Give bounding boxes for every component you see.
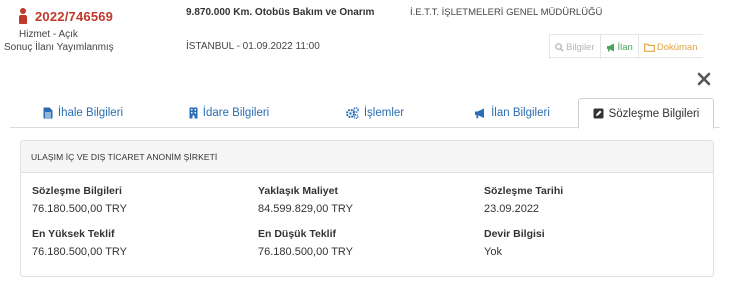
- tender-authority: İ.E.T.T. İŞLETMELERİ GENEL MÜDÜRLÜĞÜ: [410, 7, 603, 18]
- tender-id[interactable]: 2022/746569: [35, 9, 113, 24]
- tab-contract-info-label: Sözleşme Bilgileri: [608, 107, 700, 120]
- field-label: Devir Bilgisi: [484, 228, 545, 240]
- field-value: 23.09.2022: [484, 203, 540, 215]
- tab-bar: İhale Bilgileri İdare Bilgileri İşlemler…: [10, 98, 720, 129]
- close-icon[interactable]: [697, 72, 711, 86]
- tender-title: 9.870.000 Km. Otobüs Bakım ve Onarım: [186, 7, 375, 18]
- field-contract-amount: Sözleşme Bilgileri 76.180.500,00 TRY: [32, 185, 127, 215]
- field-transfer-info: Devir Bilgisi Yok: [484, 228, 545, 258]
- tab-notice-info-label: İlan Bilgileri: [491, 107, 550, 119]
- folder-icon: [643, 43, 655, 52]
- field-label: Sözleşme Bilgileri: [32, 185, 122, 197]
- notice-button[interactable]: İlan: [601, 35, 639, 59]
- tab-operations[interactable]: İşlemler: [302, 98, 448, 128]
- field-label: En Düşük Teklif: [258, 228, 336, 240]
- field-label: Yaklaşık Maliyet: [258, 185, 338, 197]
- tab-notice-info[interactable]: İlan Bilgileri: [448, 98, 576, 128]
- info-button-label: Bilgiler: [566, 41, 595, 53]
- tab-operations-label: İşlemler: [363, 107, 405, 119]
- tender-result-status: Sonuç İlanı Yayımlanmış: [4, 42, 114, 53]
- person-icon: [18, 8, 28, 24]
- contractor-company: ULAŞIM İÇ VE DIŞ TİCARET ANONİM ŞİRKETİ: [21, 141, 713, 173]
- tender-header: 2022/746569 Hizmet - Açık Sonuç İlanı Ya…: [0, 0, 730, 62]
- document-button[interactable]: Doküman: [639, 35, 703, 59]
- info-button[interactable]: Bilgiler: [549, 35, 601, 59]
- contract-panel: ULAŞIM İÇ VE DIŞ TİCARET ANONİM ŞİRKETİ …: [20, 140, 714, 277]
- tab-tender-info[interactable]: İhale Bilgileri: [10, 98, 156, 128]
- field-label: Sözleşme Tarihi: [484, 185, 564, 197]
- field-contract-date: Sözleşme Tarihi 23.09.2022: [484, 185, 563, 215]
- tender-id-row[interactable]: 2022/746569: [18, 8, 113, 24]
- field-value: 76.180.500,00 TRY: [32, 246, 128, 258]
- edit-icon: [593, 108, 604, 119]
- tender-actions: Bilgiler İlan Doküman: [549, 34, 703, 59]
- field-highest-bid: En Yüksek Teklif 76.180.500,00 TRY: [32, 228, 127, 258]
- search-icon: [555, 42, 564, 52]
- tab-contract-info[interactable]: Sözleşme Bilgileri: [578, 98, 714, 129]
- document-button-label: Doküman: [656, 41, 698, 53]
- file-text-icon: [43, 107, 53, 119]
- tab-authority-info[interactable]: İdare Bilgileri: [156, 98, 302, 128]
- building-icon: [189, 107, 198, 119]
- field-value: 76.180.500,00 TRY: [32, 203, 128, 215]
- field-label: En Yüksek Teklif: [32, 228, 115, 240]
- tender-type-status: Hizmet - Açık: [19, 29, 78, 40]
- field-value: Yok: [484, 246, 502, 258]
- tender-place-date: İSTANBUL - 01.09.2022 11:00: [186, 41, 320, 52]
- bullhorn-icon: [606, 43, 614, 51]
- tab-authority-info-label: İdare Bilgileri: [202, 107, 270, 119]
- field-value: 84.599.829,00 TRY: [258, 203, 354, 215]
- gears-icon: [345, 107, 359, 119]
- field-lowest-bid: En Düşük Teklif 76.180.500,00 TRY: [258, 228, 353, 258]
- tab-tender-info-label: İhale Bilgileri: [57, 107, 124, 119]
- bullhorn-icon: [475, 108, 485, 118]
- field-value: 76.180.500,00 TRY: [258, 246, 354, 258]
- field-approximate-cost: Yaklaşık Maliyet 84.599.829,00 TRY: [258, 185, 353, 215]
- notice-button-label: İlan: [617, 41, 633, 53]
